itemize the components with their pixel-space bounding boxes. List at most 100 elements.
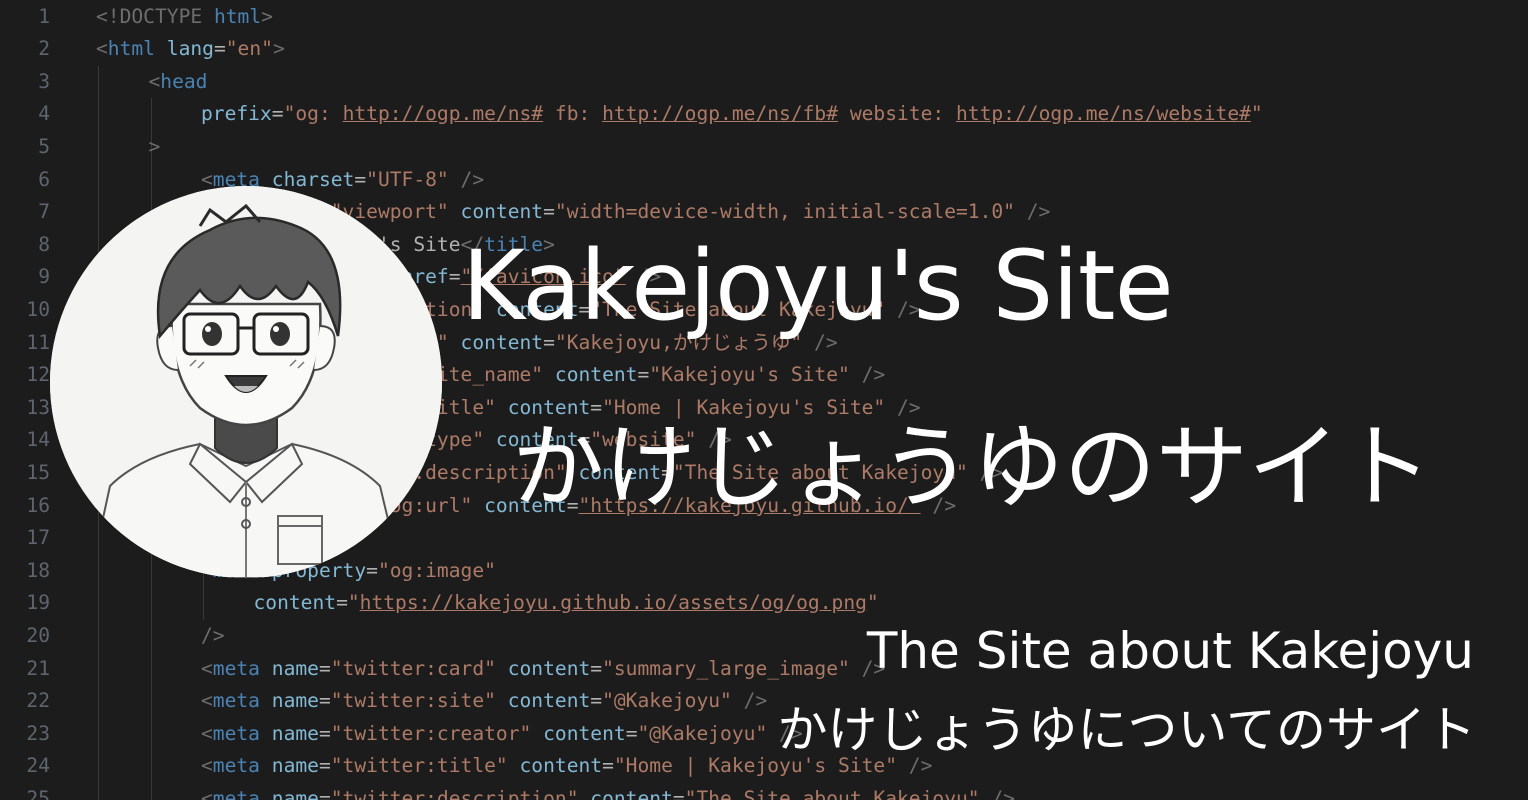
code-token: head	[160, 69, 208, 93]
code-token: =	[318, 689, 331, 713]
code-token: http://ogp.me/ns/fb#	[602, 102, 839, 126]
line-number: 15	[26, 460, 50, 484]
code-token: =	[318, 656, 331, 680]
code-token: <!DOCTYPE	[96, 4, 214, 28]
code-token: <	[201, 786, 213, 800]
line-number: 18	[26, 558, 50, 582]
site-tagline-japanese: かけじょうゆについてのサイト	[777, 701, 1477, 759]
code-token: =	[590, 689, 603, 713]
line-number: 21	[26, 656, 50, 680]
code-token: =	[543, 200, 555, 224]
code-token: meta	[212, 656, 260, 680]
code-token: html	[213, 4, 262, 28]
site-title-japanese: かけじょうゆのサイト	[512, 414, 1433, 521]
code-token: =	[318, 754, 331, 778]
code-token: lang	[154, 37, 214, 61]
code-token: =	[271, 102, 284, 126]
code-line: 25 <meta name="twitter:description" conte…	[0, 783, 1528, 800]
code-token: content	[507, 754, 603, 778]
code-token: name	[259, 786, 319, 800]
line-number: 5	[38, 134, 50, 158]
code-token: "twitter:site"	[330, 689, 496, 713]
code-token: "Kakejoyu's Site"	[649, 363, 850, 387]
code-token: content	[495, 689, 591, 713]
code-token: =	[448, 265, 461, 289]
code-token: "@Kakejoyu"	[602, 689, 732, 713]
code-token: name	[259, 754, 319, 778]
line-number: 22	[26, 689, 50, 713]
code-token: "	[1250, 102, 1263, 126]
code-token: fb:	[543, 102, 603, 126]
line-number: 7	[38, 200, 50, 224]
code-token: =	[213, 37, 226, 61]
code-token: />	[731, 689, 768, 713]
code-text: >	[149, 131, 161, 164]
code-token: <	[201, 754, 213, 778]
code-token: <	[201, 689, 213, 713]
code-token: />	[448, 167, 485, 191]
code-token: =	[318, 786, 331, 800]
code-token: meta	[212, 786, 260, 800]
code-token: <	[201, 167, 213, 191]
code-token: meta	[212, 721, 260, 745]
line-number: 25	[26, 786, 50, 800]
code-token: content	[448, 200, 544, 224]
code-token: =	[318, 721, 331, 745]
code-token: >	[272, 37, 285, 61]
line-number: 8	[38, 232, 50, 256]
line-number: 23	[26, 721, 50, 745]
code-token: "twitter:description"	[330, 786, 579, 800]
code-line: 3 <head	[0, 66, 1528, 99]
code-token: http://ogp.me/ns#	[342, 102, 544, 126]
code-text: content= "https://kakejoyu.github.io/asse…	[254, 587, 879, 620]
line-number: 24	[26, 754, 50, 778]
line-number: 10	[26, 297, 50, 321]
code-token: <	[201, 656, 213, 680]
line-number: 2	[38, 37, 50, 61]
code-token: <	[96, 37, 108, 61]
line-number: 20	[26, 623, 50, 647]
line-number: 13	[26, 395, 50, 419]
code-text: <meta name="twitter:site" content="@Kake…	[201, 685, 767, 718]
code-token: http://ogp.me/ns/website#	[956, 102, 1251, 126]
line-number: 4	[38, 102, 50, 126]
code-token: />	[1014, 200, 1051, 224]
code-token: >	[261, 4, 273, 28]
code-token: website:	[838, 102, 956, 126]
code-text: <head	[149, 66, 208, 99]
code-line: 4 prefix="og: http://ogp.me/ns# fb: http:…	[0, 98, 1528, 131]
code-token: "@Kakejoyu"	[637, 721, 768, 745]
code-token: =	[625, 721, 638, 745]
og-image-canvas: 1 <!DOCTYPE html> 2 <html lang="en"> 3 <head 4…	[0, 0, 1528, 800]
code-token: html	[107, 37, 155, 61]
code-text: prefix="og: http://ogp.me/ns# fb: http:/…	[201, 98, 1263, 131]
avatar	[50, 186, 442, 578]
code-token: "	[866, 591, 879, 615]
code-token: name	[259, 689, 319, 713]
code-token: =	[336, 591, 348, 615]
code-token: name	[259, 721, 319, 745]
line-number: 12	[26, 363, 50, 387]
code-token: "twitter:title"	[330, 754, 508, 778]
code-token: meta	[212, 689, 260, 713]
code-token: content	[253, 591, 337, 615]
code-text: <meta name="twitter:creator" content="@K…	[201, 718, 803, 751]
code-token: meta	[212, 754, 260, 778]
code-token: />	[201, 623, 225, 647]
line-number: 1	[38, 4, 50, 28]
code-token: =	[366, 558, 378, 582]
code-text: <meta name="twitter:card" content="summa…	[201, 653, 885, 686]
site-tagline: The Site about Kakejoyu	[866, 622, 1474, 680]
code-token: <	[148, 69, 161, 93]
code-line: 1 <!DOCTYPE html>	[0, 1, 1528, 34]
code-token: =	[602, 754, 614, 778]
code-line: 2 <html lang="en">	[0, 33, 1528, 66]
code-token: =	[590, 656, 603, 680]
code-token: https://kakejoyu.github.io/assets/og/og.…	[359, 591, 867, 615]
code-line: 5 >	[0, 131, 1528, 164]
code-token: />	[979, 786, 1015, 800]
code-text: <!DOCTYPE html>	[96, 1, 273, 34]
code-token: =	[637, 363, 650, 387]
code-token: "og:image"	[377, 558, 496, 582]
code-token: "twitter:card"	[330, 656, 496, 680]
